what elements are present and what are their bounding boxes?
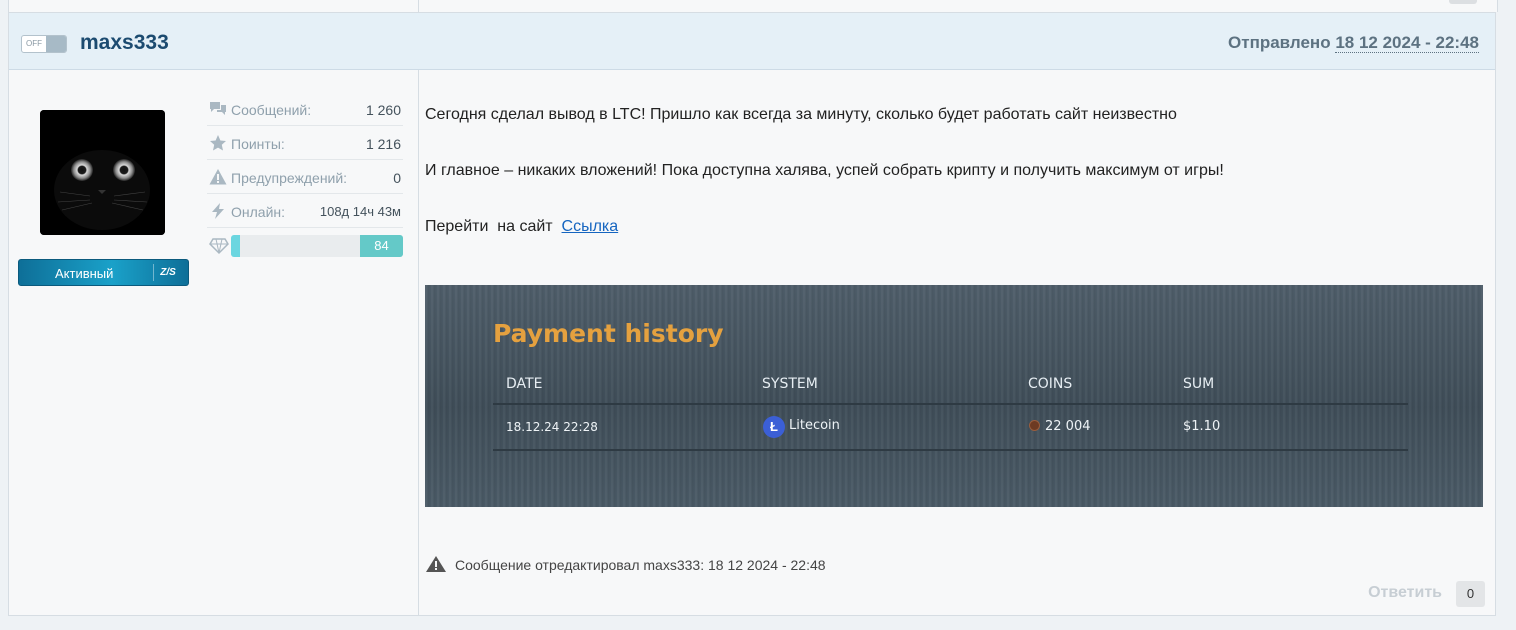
forum-post: OFF maxs333 Отправлено 18 12 2024 - 22:4… <box>8 12 1496 616</box>
stat-value: 0 <box>393 170 401 186</box>
stat-value: 108д 14ч 43м <box>319 204 401 219</box>
sent-date-link[interactable]: 18 12 2024 - 22:48 <box>1335 33 1479 53</box>
link-prefix-text: Перейти на сайт <box>425 218 553 235</box>
site-link[interactable]: Ссылка <box>562 218 619 235</box>
forum-logo-icon: Z/S <box>153 264 182 281</box>
post-header: OFF maxs333 Отправлено 18 12 2024 - 22:4… <box>9 13 1495 70</box>
reputation-value: 84 <box>360 235 403 257</box>
stat-warnings: Предупреждений: 0 <box>207 160 403 194</box>
stat-value: 1 216 <box>365 136 401 152</box>
column-header-date: DATE <box>506 376 543 392</box>
lightning-icon <box>212 203 224 219</box>
author-panel: Активный Z/S Сообщений: 1 260 Поинты: 1 … <box>9 70 419 615</box>
litecoin-icon: Ł <box>763 416 785 438</box>
rank-label: Активный <box>55 266 114 281</box>
stat-messages: Сообщений: 1 260 <box>207 92 403 126</box>
reputation-fill <box>231 235 240 257</box>
star-icon <box>210 135 226 151</box>
column-header-coins: COINS <box>1028 376 1073 392</box>
previous-post-divider <box>418 0 419 12</box>
reply-button[interactable]: Ответить <box>1368 584 1442 602</box>
stat-points: Поинты: 1 216 <box>207 126 403 160</box>
reply-count-badge[interactable]: 0 <box>1456 581 1485 607</box>
rank-badge: Активный Z/S <box>18 259 189 286</box>
row-sum: $1.10 <box>1183 419 1221 434</box>
reputation-bar: 84 <box>207 228 403 258</box>
messages-icon <box>210 102 226 115</box>
username-link[interactable]: maxs333 <box>80 31 169 55</box>
diamond-icon <box>209 238 229 255</box>
stat-online: Онлайн: 108д 14ч 43м <box>207 194 403 228</box>
black-cat-avatar-image <box>40 110 165 235</box>
status-toggle[interactable]: OFF <box>21 35 67 53</box>
table-bottom-divider <box>493 449 1408 451</box>
stat-label: Онлайн: <box>231 204 286 220</box>
stat-label: Поинты: <box>231 136 285 152</box>
payment-history-screenshot[interactable]: Payment history DATE SYSTEM COINS SUM 18… <box>425 285 1483 507</box>
column-header-system: SYSTEM <box>762 376 818 392</box>
author-stats: Сообщений: 1 260 Поинты: 1 216 Предупреж… <box>207 92 403 258</box>
coin-icon <box>1029 420 1040 431</box>
post-content: Сегодня сделал вывод в LTC! Пришло как в… <box>419 70 1495 615</box>
status-toggle-label: OFF <box>26 39 42 48</box>
stat-label: Сообщений: <box>231 102 312 118</box>
stat-label: Предупреждений: <box>231 170 348 186</box>
previous-post-bottom <box>8 0 1498 12</box>
screenshot-title: Payment history <box>493 319 724 348</box>
post-text-line: Сегодня сделал вывод в LTC! Пришло как в… <box>425 106 1177 123</box>
post-text-line: И главное – никаких вложений! Пока досту… <box>425 162 1224 179</box>
toggle-knob <box>46 36 66 52</box>
previous-post-count-tail <box>1449 0 1477 4</box>
sent-label: Отправлено <box>1228 33 1331 52</box>
avatar[interactable] <box>40 110 165 235</box>
post-timestamp: Отправлено 18 12 2024 - 22:48 <box>1228 33 1479 53</box>
warning-icon <box>426 556 446 572</box>
edited-note-text: Сообщение отредактировал maxs333: 18 12 … <box>455 557 826 573</box>
row-system: Litecoin <box>789 418 840 433</box>
warning-icon <box>209 169 227 185</box>
stat-value: 1 260 <box>365 102 401 118</box>
row-coins: 22 004 <box>1045 419 1091 434</box>
table-header-divider <box>493 403 1408 405</box>
column-header-sum: SUM <box>1183 376 1215 392</box>
row-date: 18.12.24 22:28 <box>506 420 598 434</box>
post-text-link-line: Перейти на сайт Ссылка <box>425 218 618 236</box>
reputation-track: 84 <box>231 235 403 257</box>
